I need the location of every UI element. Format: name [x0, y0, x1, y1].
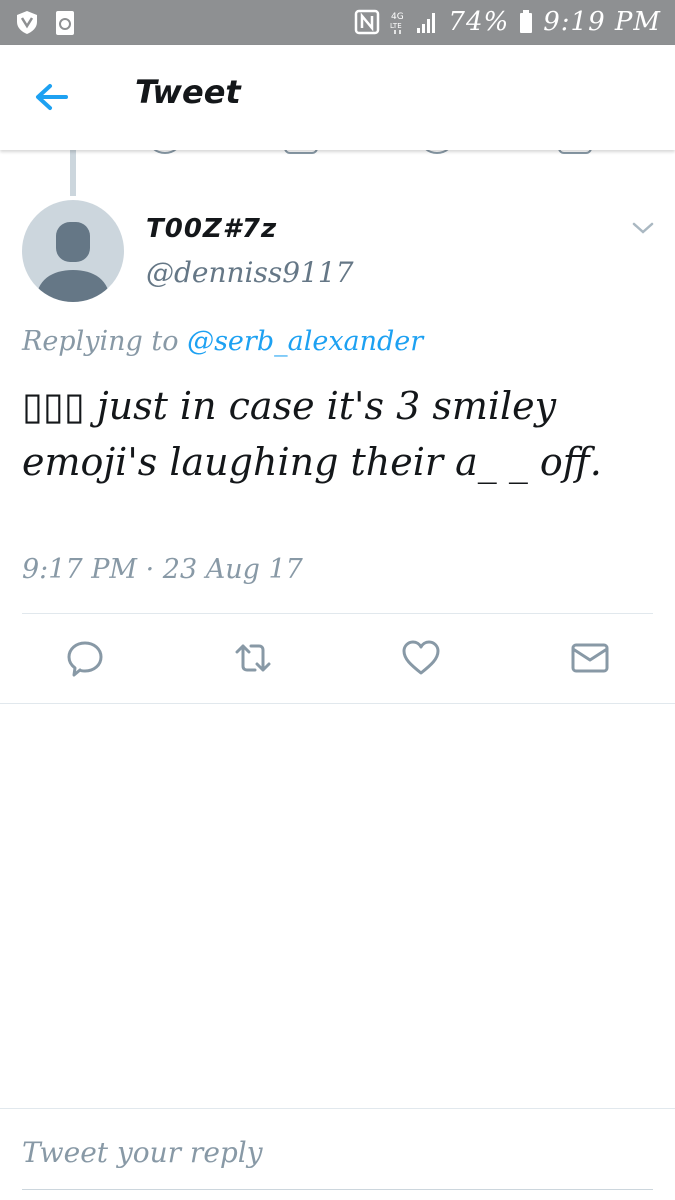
battery-percent: 74%	[448, 7, 510, 37]
default-avatar-icon	[36, 222, 110, 302]
tweet-text: ▯▯▯ just in case it's 3 smiley emoji's l…	[22, 384, 602, 484]
tweet-timestamp: 9:17 PM · 23 Aug 17	[22, 554, 303, 585]
status-bar-left	[14, 9, 76, 37]
status-bar-right: 4G LTE 74% 9:19 PM	[354, 6, 661, 38]
divider	[22, 613, 653, 614]
reply-input-underline	[22, 1189, 653, 1190]
page-title: Tweet	[135, 73, 241, 111]
nfc-icon	[354, 9, 380, 35]
like-icon	[402, 640, 440, 675]
reply-button[interactable]	[65, 638, 105, 678]
direct-message-button[interactable]	[570, 638, 610, 678]
divider	[0, 1108, 675, 1109]
chevron-down-icon	[632, 222, 654, 234]
recycle-icon	[54, 9, 76, 37]
replying-to: Replying to @serb_alexander	[22, 326, 423, 357]
back-button[interactable]	[30, 79, 74, 115]
tweet-options-button[interactable]	[630, 218, 656, 238]
reply-icon	[67, 641, 103, 677]
direct-message-icon	[571, 643, 609, 673]
svg-text:4G: 4G	[391, 12, 404, 22]
username[interactable]: @denniss9117	[146, 256, 354, 289]
retweet-button[interactable]	[233, 638, 273, 678]
display-name[interactable]: T00Z#7z	[146, 214, 277, 244]
signal-icon	[416, 10, 438, 34]
replying-to-handle[interactable]: @serb_alexander	[187, 326, 423, 357]
replying-to-label: Replying to	[22, 326, 179, 357]
status-time: 9:19 PM	[543, 7, 661, 37]
status-bar: 4G LTE 74% 9:19 PM	[0, 0, 675, 45]
battery-icon	[519, 10, 533, 34]
shield-icon	[14, 9, 40, 37]
like-button[interactable]	[401, 638, 441, 678]
thread-line	[70, 150, 76, 196]
reply-input[interactable]: Tweet your reply	[22, 1136, 622, 1169]
app-header: Tweet	[0, 45, 675, 150]
4g-lte-icon: 4G LTE	[390, 9, 406, 35]
divider	[0, 703, 675, 704]
avatar[interactable]	[22, 200, 124, 302]
svg-text:LTE: LTE	[390, 22, 402, 30]
retweet-icon	[235, 644, 271, 672]
back-arrow-icon	[36, 84, 68, 110]
